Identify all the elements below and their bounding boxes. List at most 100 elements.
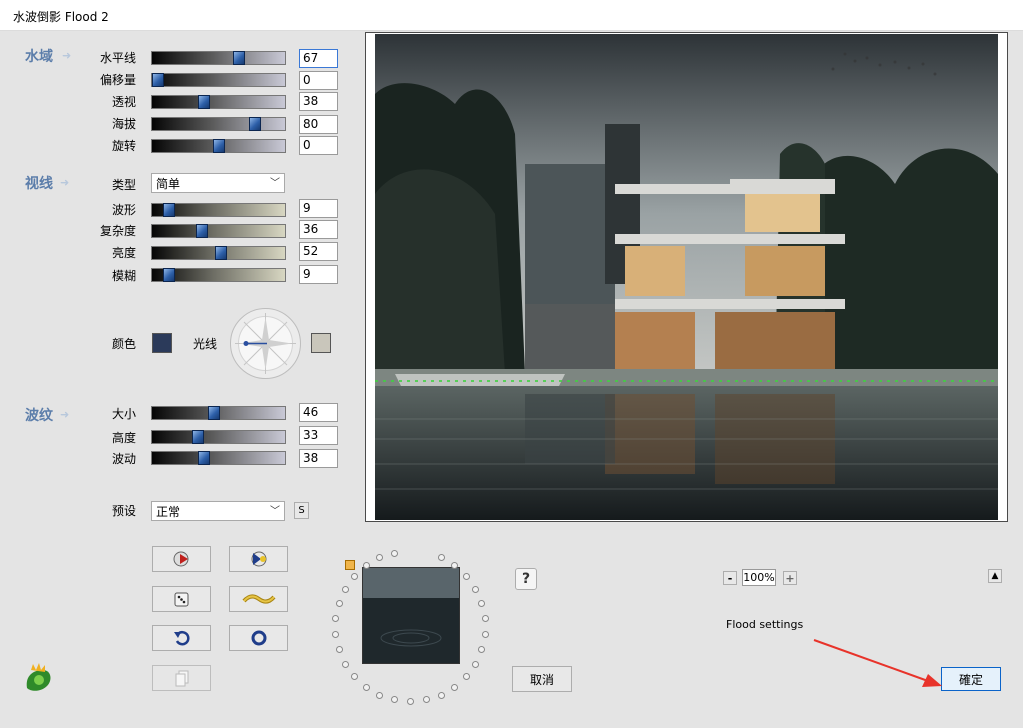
- red-arrow-annotation: [813, 639, 942, 687]
- preset-dot[interactable]: [342, 661, 349, 668]
- preset-dot[interactable]: [363, 562, 370, 569]
- perspective-input[interactable]: 38: [299, 92, 338, 111]
- undo-button[interactable]: [152, 625, 211, 651]
- preset-dot[interactable]: [463, 573, 470, 580]
- waveform-input[interactable]: 9: [299, 199, 338, 218]
- slider-thumb[interactable]: [198, 95, 210, 109]
- save-preset-button[interactable]: S: [294, 502, 309, 519]
- slider-thumb[interactable]: [249, 117, 261, 131]
- preset-select-value: 正常: [156, 505, 181, 519]
- preset-dot[interactable]: [332, 615, 339, 622]
- horizon-input[interactable]: 67: [299, 49, 338, 68]
- thumbnail-marker: [345, 560, 355, 570]
- chevron-down-icon: ﹀: [270, 506, 280, 517]
- preset-dot[interactable]: [451, 684, 458, 691]
- preset-dot[interactable]: [451, 562, 458, 569]
- play-button[interactable]: [152, 546, 211, 572]
- offset-slider[interactable]: [151, 73, 286, 87]
- altitude-input[interactable]: 80: [299, 115, 338, 134]
- preset-dot[interactable]: [423, 696, 430, 703]
- preview-image[interactable]: [375, 34, 998, 520]
- preset-dot[interactable]: [336, 646, 343, 653]
- preset-dot[interactable]: [391, 696, 398, 703]
- ring-icon: [251, 630, 266, 646]
- size-input[interactable]: 46: [299, 403, 338, 422]
- height-label: 高度: [111, 431, 136, 445]
- preset-dot[interactable]: [472, 661, 479, 668]
- slider-thumb[interactable]: [198, 451, 210, 465]
- preset-dot[interactable]: [438, 692, 445, 699]
- ok-button[interactable]: 確定: [941, 667, 1001, 691]
- light-direction-dial[interactable]: [229, 307, 302, 380]
- height-slider[interactable]: [151, 430, 286, 444]
- reset-button[interactable]: [229, 625, 288, 651]
- preset-dot[interactable]: [376, 692, 383, 699]
- blur-slider[interactable]: [151, 268, 286, 282]
- type-select[interactable]: 简单 ﹀: [151, 173, 285, 193]
- slider-thumb[interactable]: [196, 224, 208, 238]
- preset-dot[interactable]: [351, 573, 358, 580]
- preset-dot[interactable]: [438, 554, 445, 561]
- preset-dot[interactable]: [472, 586, 479, 593]
- color-swatch[interactable]: [152, 333, 172, 353]
- wave-preset-button[interactable]: [229, 586, 288, 612]
- cancel-button[interactable]: 取消: [512, 666, 572, 692]
- complexity-input[interactable]: 36: [299, 220, 338, 239]
- random-button[interactable]: [152, 586, 211, 612]
- preset-dot[interactable]: [351, 673, 358, 680]
- waveform-slider[interactable]: [151, 203, 286, 217]
- rotation-slider[interactable]: [151, 139, 286, 153]
- offset-input[interactable]: 0: [299, 71, 338, 90]
- brightness-slider[interactable]: [151, 246, 286, 260]
- preset-dot[interactable]: [363, 684, 370, 691]
- help-button[interactable]: ?: [515, 568, 537, 590]
- wave-input[interactable]: 38: [299, 449, 338, 468]
- preset-dot[interactable]: [332, 631, 339, 638]
- slider-thumb[interactable]: [233, 51, 245, 65]
- scroll-up-button[interactable]: ▲: [988, 569, 1002, 583]
- preset-dot[interactable]: [336, 600, 343, 607]
- section-arrow-icon: ➜: [60, 176, 70, 189]
- preset-select[interactable]: 正常 ﹀: [151, 501, 285, 521]
- render-button[interactable]: [229, 546, 288, 572]
- horizon-slider[interactable]: [151, 51, 286, 65]
- blur-input[interactable]: 9: [299, 265, 338, 284]
- preset-dot[interactable]: [463, 673, 470, 680]
- preset-dot[interactable]: [407, 698, 414, 705]
- slider-thumb[interactable]: [208, 406, 220, 420]
- preset-thumbnail[interactable]: [362, 567, 460, 664]
- zoom-level[interactable]: 100%: [742, 569, 776, 586]
- preset-dot[interactable]: [342, 586, 349, 593]
- blur-label: 模糊: [111, 269, 136, 283]
- slider-thumb[interactable]: [163, 203, 175, 217]
- preset-dot[interactable]: [482, 631, 489, 638]
- preset-dot[interactable]: [482, 615, 489, 622]
- preview-render: [375, 34, 998, 520]
- wave-icon: [241, 594, 276, 604]
- render-icon: [251, 551, 266, 567]
- slider-thumb[interactable]: [215, 246, 227, 260]
- perspective-slider[interactable]: [151, 95, 286, 109]
- zoom-out-button[interactable]: -: [723, 571, 737, 585]
- preset-dot[interactable]: [478, 646, 485, 653]
- slider-thumb[interactable]: [192, 430, 204, 444]
- preset-dot[interactable]: [478, 600, 485, 607]
- preset-dot[interactable]: [391, 550, 398, 557]
- wave-slider[interactable]: [151, 451, 286, 465]
- preset-dot[interactable]: [376, 554, 383, 561]
- height-input[interactable]: 33: [299, 426, 338, 445]
- brightness-input[interactable]: 52: [299, 242, 338, 261]
- slider-thumb[interactable]: [163, 268, 175, 282]
- complexity-slider[interactable]: [151, 224, 286, 238]
- size-slider[interactable]: [151, 406, 286, 420]
- copy-button[interactable]: [152, 665, 211, 691]
- zoom-out-icon: -: [727, 571, 733, 585]
- zoom-in-button[interactable]: +: [783, 571, 797, 585]
- altitude-slider[interactable]: [151, 117, 286, 131]
- light-color-swatch[interactable]: [311, 333, 331, 353]
- rotation-input[interactable]: 0: [299, 136, 338, 155]
- slider-thumb[interactable]: [213, 139, 225, 153]
- dice-icon: [174, 592, 188, 607]
- slider-thumb[interactable]: [152, 73, 164, 87]
- brightness-label: 亮度: [111, 246, 136, 260]
